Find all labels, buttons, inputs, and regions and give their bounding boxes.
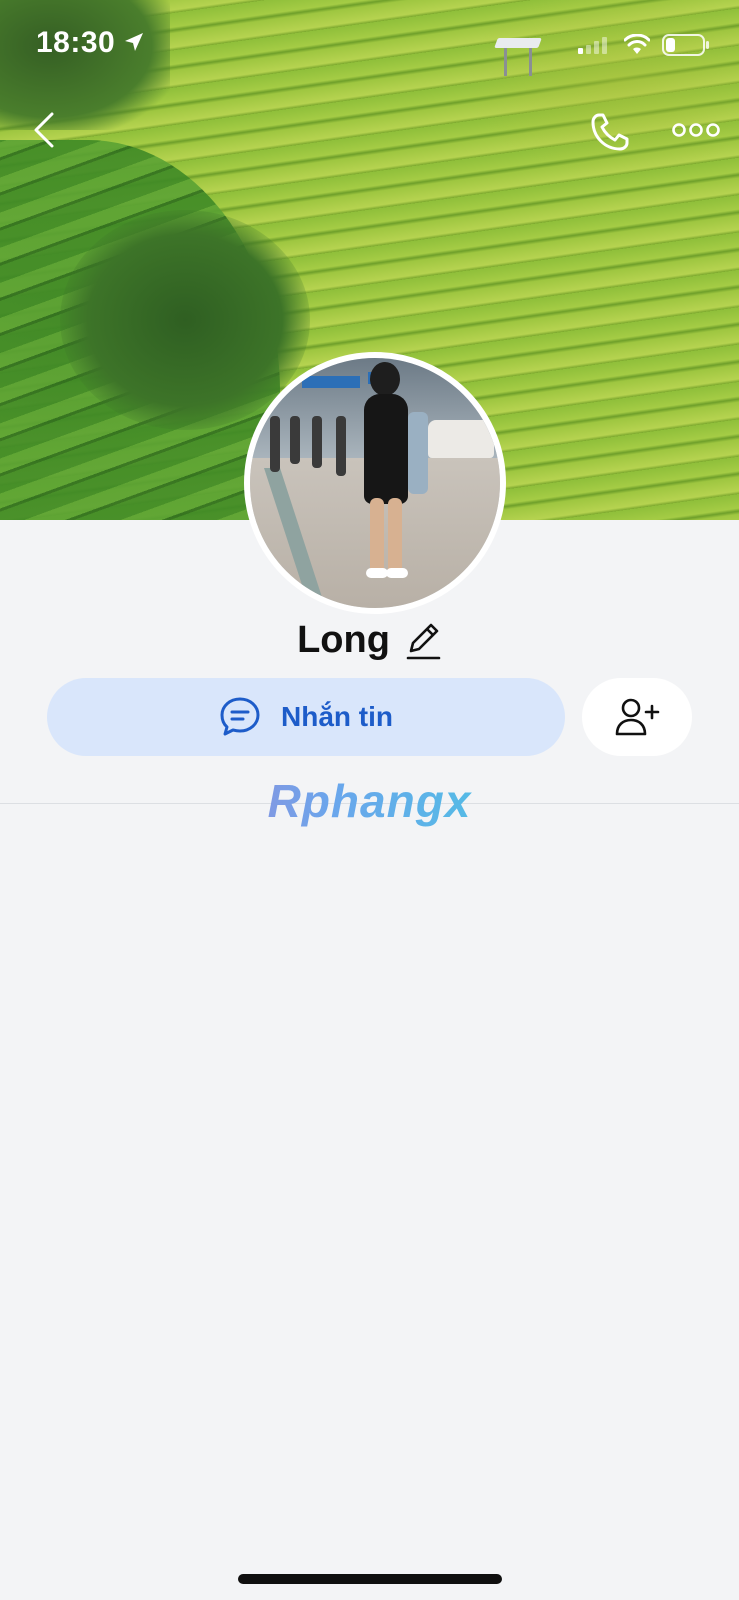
profile-name: Long bbox=[297, 618, 390, 661]
more-horizontal-icon bbox=[672, 123, 720, 137]
phone-icon bbox=[591, 113, 629, 151]
more-button[interactable] bbox=[670, 110, 722, 150]
message-button[interactable]: Nhắn tin bbox=[47, 678, 565, 756]
watermark: Rphangx bbox=[0, 774, 739, 828]
wifi-icon bbox=[624, 34, 650, 54]
chevron-left-icon bbox=[34, 112, 54, 148]
add-friend-button[interactable] bbox=[582, 678, 692, 756]
location-arrow-icon bbox=[125, 33, 143, 51]
message-button-label: Nhắn tin bbox=[281, 701, 393, 732]
chat-bubble-icon bbox=[220, 697, 260, 736]
home-indicator[interactable] bbox=[238, 1574, 502, 1584]
profile-screen: 18:30 Long Nhắn tin Rphangx bbox=[0, 0, 739, 1600]
profile-avatar[interactable] bbox=[244, 352, 506, 614]
profile-name-row: Long bbox=[0, 612, 739, 668]
edit-name-button[interactable] bbox=[404, 621, 442, 661]
call-button[interactable] bbox=[584, 106, 636, 158]
status-time: 18:30 bbox=[36, 26, 116, 59]
cellular-signal-icon bbox=[578, 37, 607, 54]
person-add-icon bbox=[615, 698, 660, 736]
battery-icon bbox=[662, 34, 709, 56]
pencil-icon bbox=[406, 623, 441, 660]
terrace-hut bbox=[494, 38, 542, 76]
back-button[interactable] bbox=[22, 106, 66, 154]
